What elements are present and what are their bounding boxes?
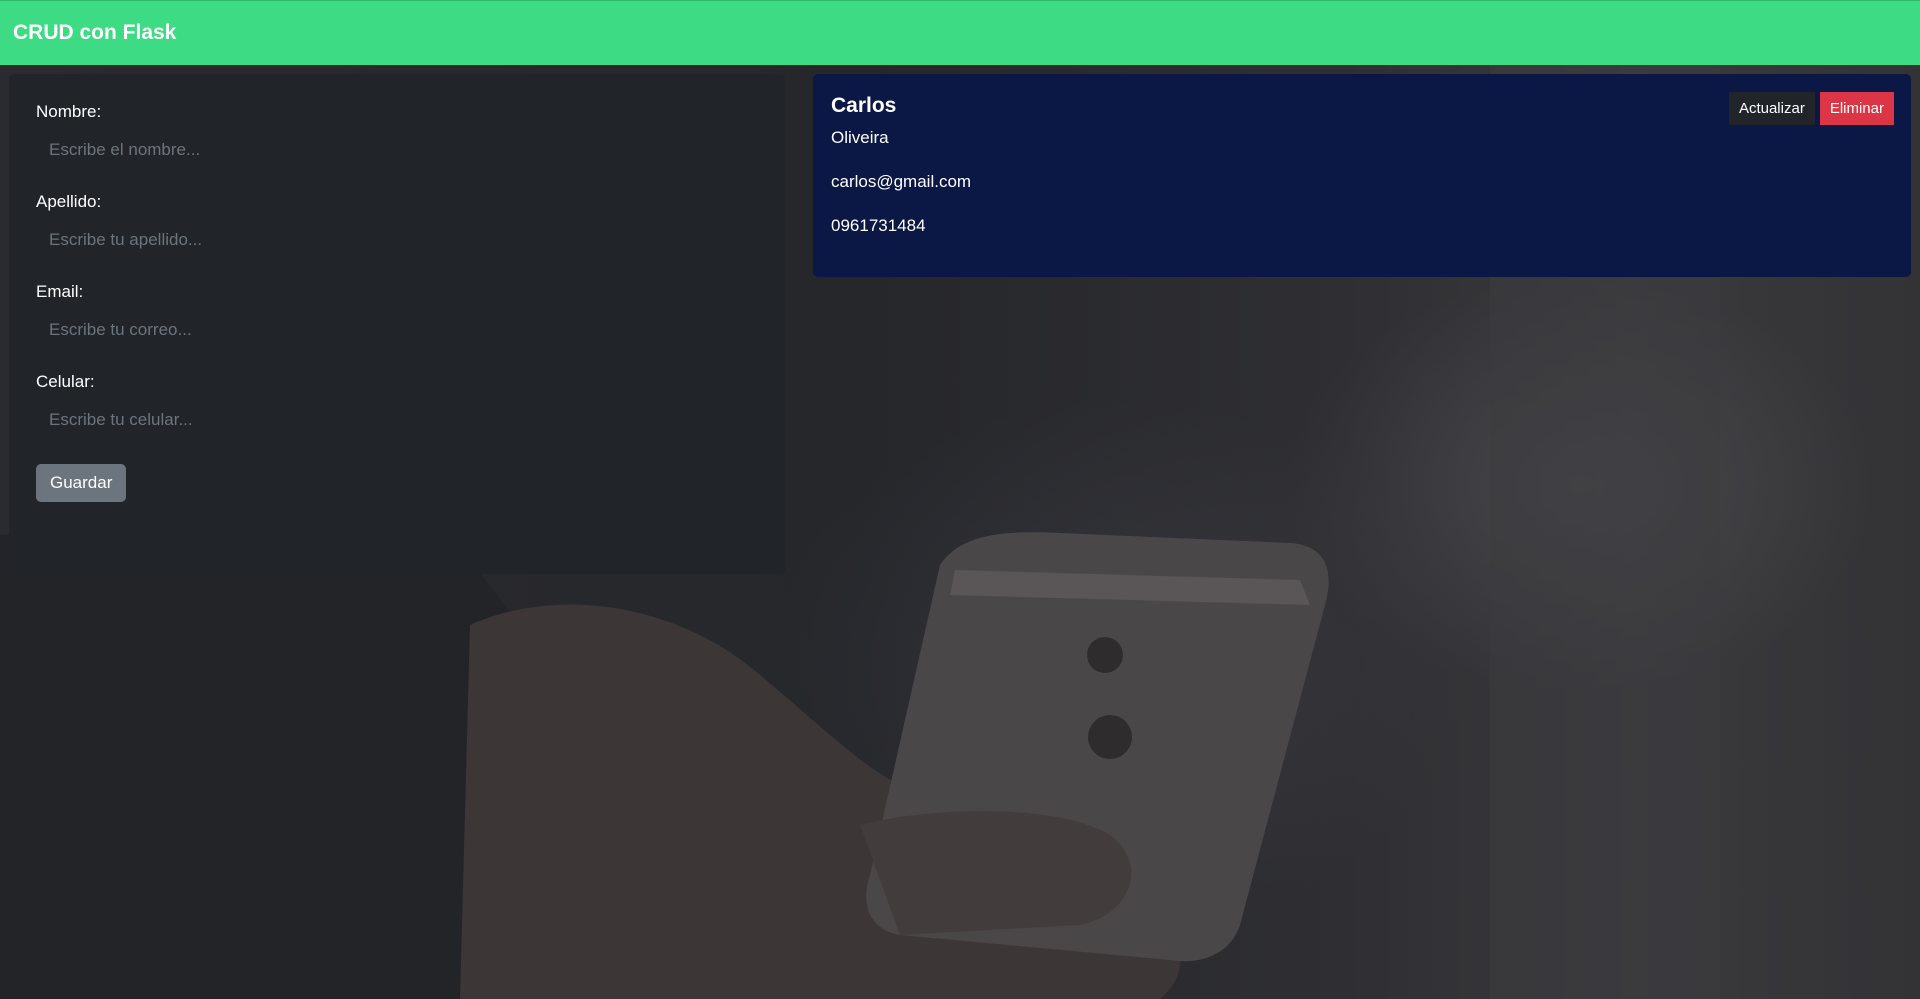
contact-lastname: Oliveira [831, 128, 889, 147]
email-input[interactable] [36, 310, 758, 350]
nombre-input[interactable] [36, 130, 758, 170]
contact-actions: Actualizar Eliminar [1728, 92, 1894, 125]
form-group-nombre: Nombre: [36, 102, 758, 170]
delete-button[interactable]: Eliminar [1819, 92, 1894, 125]
apellido-input[interactable] [36, 220, 758, 260]
email-label: Email: [36, 282, 84, 301]
contact-phone: 0961731484 [831, 216, 926, 235]
form-group-celular: Celular: [36, 372, 758, 440]
apellido-label: Apellido: [36, 192, 102, 211]
save-button[interactable]: Guardar [36, 464, 127, 502]
contact-form: Nombre: Apellido: Email: Celular: Guarda… [9, 74, 785, 574]
contact-email: carlos@gmail.com [831, 172, 972, 191]
navbar: CRUD con Flask [0, 0, 1920, 65]
celular-label: Celular: [36, 372, 95, 391]
nombre-label: Nombre: [36, 102, 102, 121]
contact-card: Carlos Oliveira carlos@gmail.com 0961731… [813, 74, 1911, 277]
form-group-email: Email: [36, 282, 758, 350]
update-button[interactable]: Actualizar [1728, 92, 1815, 125]
navbar-brand[interactable]: CRUD con Flask [13, 21, 176, 45]
form-group-apellido: Apellido: [36, 192, 758, 260]
celular-input[interactable] [36, 400, 758, 440]
